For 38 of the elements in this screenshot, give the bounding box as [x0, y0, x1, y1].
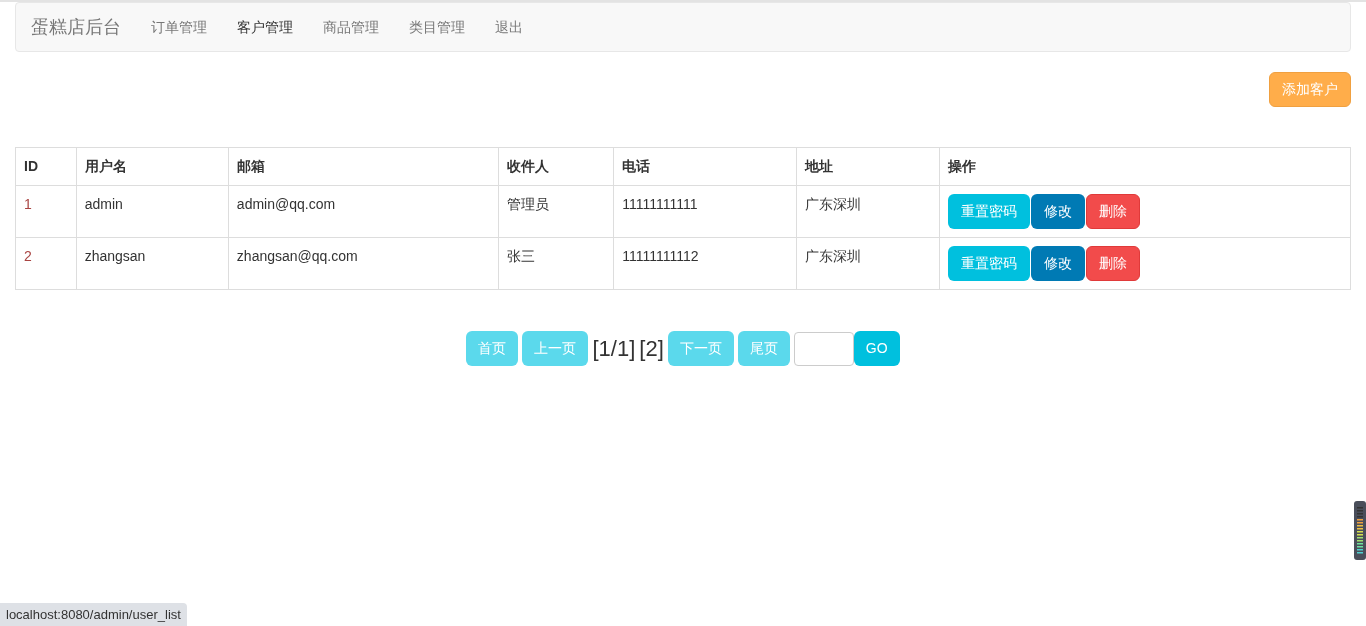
- nav-link[interactable]: 客户管理: [222, 16, 308, 38]
- column-header: 邮箱: [228, 147, 499, 186]
- column-header: 用户名: [76, 147, 229, 186]
- nav-link[interactable]: 商品管理: [308, 16, 394, 38]
- page-input[interactable]: [793, 331, 854, 366]
- table-cell: zhangsan: [76, 237, 229, 290]
- brand-title[interactable]: 蛋糕店后台: [31, 13, 121, 41]
- go-button[interactable]: GO: [853, 331, 900, 366]
- row-action-button[interactable]: 修改: [1030, 194, 1085, 229]
- column-header: 操作: [939, 147, 1351, 186]
- table-cell: 张三: [498, 237, 614, 290]
- nav-link[interactable]: 订单管理: [136, 16, 222, 38]
- table-cell: 11111111112: [613, 237, 797, 290]
- table-cell: 1: [15, 185, 77, 238]
- nav-link[interactable]: 退出: [480, 16, 538, 38]
- column-header: 收件人: [498, 147, 614, 186]
- table-cell: 广东深圳: [796, 185, 940, 238]
- column-header: 地址: [796, 147, 940, 186]
- table-cell: zhangsan@qq.com: [228, 237, 499, 290]
- table-cell: admin@qq.com: [228, 185, 499, 238]
- table-cell: 管理员: [498, 185, 614, 238]
- row-action-button[interactable]: 重置密码: [947, 194, 1030, 229]
- table-cell: 11111111111: [613, 185, 797, 238]
- nav-link[interactable]: 类目管理: [394, 16, 480, 38]
- level-meter-icon: [1354, 501, 1366, 560]
- column-header: 电话: [613, 147, 797, 186]
- row-action-button[interactable]: 删除: [1085, 246, 1140, 281]
- column-header: ID: [15, 147, 77, 186]
- row-action-button[interactable]: 删除: [1085, 194, 1140, 229]
- table-cell: 广东深圳: [796, 237, 940, 290]
- row-action-button[interactable]: 修改: [1030, 246, 1085, 281]
- status-url: localhost:8080/admin/user_list: [0, 602, 187, 626]
- page-indicator: [1/1]: [592, 335, 636, 363]
- table-cell: admin: [76, 185, 229, 238]
- add-customer-button[interactable]: 添加客户: [1269, 72, 1351, 107]
- table-cell: 2: [15, 237, 77, 290]
- row-action-button[interactable]: 重置密码: [947, 246, 1030, 281]
- page-link[interactable]: [2]: [639, 332, 664, 365]
